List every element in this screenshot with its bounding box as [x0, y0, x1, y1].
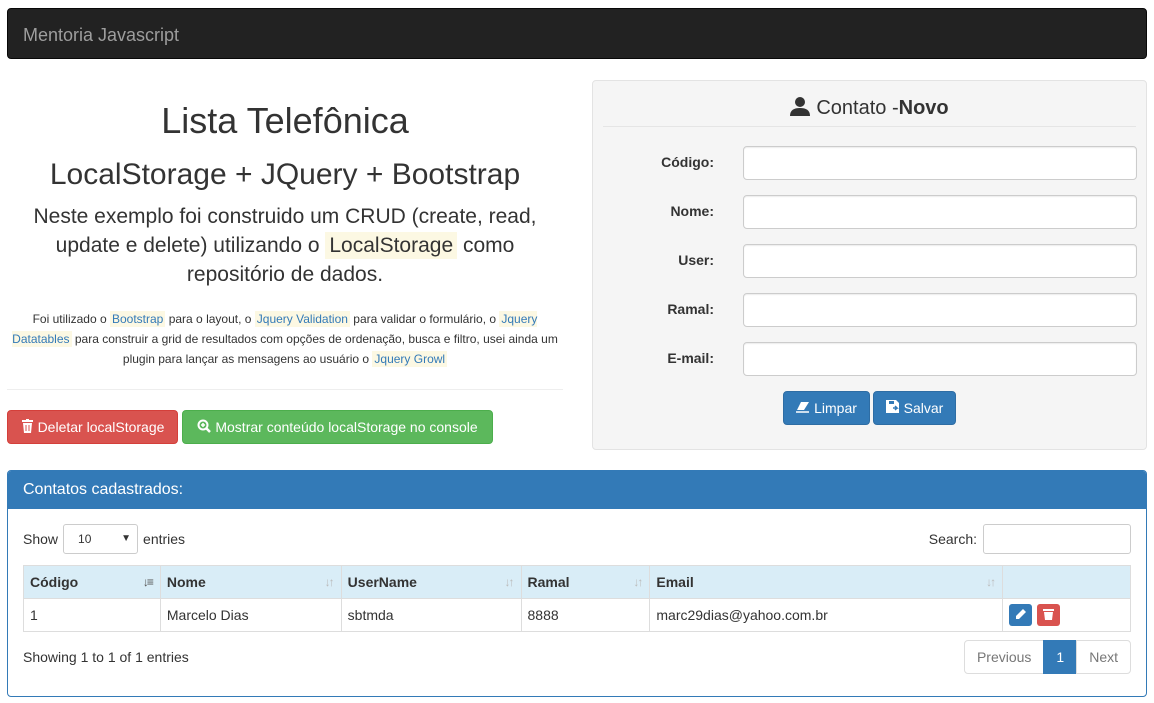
- table-header-row: Código ↓≡ Nome ↓↑ UserName ↓↑ Ramal ↓↑ Email…: [23, 565, 1131, 599]
- table-row: 1 Marcelo Dias sbtmda 8888 marc29dias@ya…: [23, 598, 1131, 632]
- eraser-icon: [796, 400, 810, 416]
- table-info: Showing 1 to 1 of 1 entries: [23, 649, 189, 665]
- cell-ramal: 8888: [520, 598, 651, 632]
- ramal-row: Ramal:: [593, 293, 1148, 327]
- email-input[interactable]: [743, 342, 1137, 376]
- search-input[interactable]: [983, 524, 1131, 554]
- clear-button[interactable]: Limpar: [783, 391, 870, 425]
- navbar-brand[interactable]: Mentoria Javascript: [23, 25, 179, 46]
- codigo-label: Código:: [661, 154, 714, 170]
- save-label: Salvar: [903, 400, 944, 416]
- show-localstorage-label: Mostrar conteúdo localStorage no console: [215, 419, 478, 435]
- column-label: Código: [30, 574, 79, 590]
- form-legend-prefix: Contato -: [816, 97, 899, 119]
- column-header-username[interactable]: UserName ↓↑: [340, 565, 522, 599]
- localstorage-mark: LocalStorage: [325, 232, 458, 259]
- pencil-icon: [1015, 608, 1027, 623]
- cell-nome: Marcelo Dias: [159, 598, 342, 632]
- small-text-3: para validar o formulário, o: [353, 312, 497, 326]
- nome-label: Nome:: [670, 203, 714, 219]
- search-label: Search:: [928, 531, 977, 547]
- divider: [7, 389, 563, 390]
- cell-username: sbtmda: [340, 598, 522, 632]
- save-button[interactable]: Salvar: [873, 391, 956, 425]
- show-localstorage-button[interactable]: Mostrar conteúdo localStorage no console: [182, 410, 493, 444]
- small-text-1: Foi utilizado o: [32, 312, 107, 326]
- column-header-email[interactable]: Email ↓↑: [649, 565, 1004, 599]
- ramal-input[interactable]: [743, 293, 1137, 327]
- contacts-panel: Contatos cadastrados: Show 10 ▼ entries …: [7, 470, 1147, 697]
- zoom-in-icon: [197, 419, 212, 436]
- codigo-row: Código:: [593, 146, 1148, 180]
- trash-icon: [1042, 608, 1054, 623]
- entries-length: Show 10 ▼ entries: [23, 524, 185, 554]
- email-row: E-mail:: [593, 342, 1148, 376]
- intro-lead: Neste exemplo foi construido um CRUD (cr…: [25, 202, 545, 289]
- clear-label: Limpar: [814, 400, 857, 416]
- user-label: User:: [678, 252, 714, 268]
- cell-actions: [1002, 598, 1131, 632]
- bootstrap-link[interactable]: Bootstrap: [109, 311, 166, 327]
- edit-row-button[interactable]: [1009, 604, 1033, 626]
- table-search: Search:: [929, 524, 1131, 554]
- entries-select-value: 10: [78, 532, 92, 546]
- cell-codigo: 1: [23, 598, 161, 632]
- sort-asc-icon: ↓≡: [142, 575, 154, 589]
- intro-details: Foi utilizado o Bootstrap para o layout,…: [7, 309, 563, 369]
- codigo-input[interactable]: [743, 146, 1137, 180]
- sort-icon: ↓↑: [504, 575, 515, 589]
- small-text-4: para construir a grid de resultados com …: [74, 332, 558, 366]
- panel-heading: Contatos cadastrados:: [8, 471, 1146, 509]
- contacts-table: Código ↓≡ Nome ↓↑ UserName ↓↑ Ramal ↓↑ Email…: [23, 565, 1131, 632]
- jquery-growl-link[interactable]: Jquery Growl: [372, 351, 448, 367]
- delete-localstorage-label: Deletar localStorage: [37, 419, 165, 435]
- save-icon: [885, 399, 900, 417]
- entries-select[interactable]: 10 ▼: [63, 524, 139, 554]
- email-label: E-mail:: [667, 350, 714, 366]
- show-label: Show: [23, 531, 59, 547]
- delete-localstorage-button[interactable]: Deletar localStorage: [7, 410, 178, 444]
- ramal-label: Ramal:: [667, 301, 714, 317]
- column-header-ramal[interactable]: Ramal ↓↑: [520, 565, 651, 599]
- column-label: UserName: [347, 574, 417, 590]
- entries-label: entries: [143, 531, 186, 547]
- sort-icon: ↓↑: [633, 575, 643, 589]
- chevron-down-icon: ▼: [121, 533, 132, 544]
- column-header-nome[interactable]: Nome ↓↑: [159, 565, 342, 599]
- pagination: Previous 1 Next: [963, 640, 1131, 674]
- page-1-button[interactable]: 1: [1043, 640, 1078, 674]
- column-label: Email: [656, 574, 694, 590]
- delete-row-button[interactable]: [1036, 604, 1060, 626]
- cell-email: marc29dias@yahoo.com.br: [649, 598, 1004, 632]
- page-subtitle: LocalStorage + JQuery + Bootstrap: [49, 158, 521, 191]
- user-icon: [790, 96, 811, 122]
- trash-icon: [21, 418, 34, 436]
- lead-text-1: Neste exemplo foi construido um CRUD (cr…: [33, 205, 537, 257]
- column-header-actions: [1002, 565, 1131, 599]
- column-label: Nome: [166, 574, 206, 590]
- sort-icon: ↓↑: [986, 575, 996, 589]
- form-legend: Contato - Novo: [603, 91, 1136, 127]
- next-page-button[interactable]: Next: [1076, 640, 1131, 674]
- small-text-2: para o layout, o: [168, 312, 252, 326]
- page-title: Lista Telefônica: [161, 100, 409, 141]
- user-row: User:: [593, 244, 1148, 278]
- sort-icon: ↓↑: [324, 575, 335, 589]
- jquery-validation-link[interactable]: Jquery Validation: [254, 311, 350, 327]
- user-input[interactable]: [743, 244, 1137, 278]
- nome-input[interactable]: [743, 195, 1137, 229]
- contact-form: Contato - Novo Código: Nome: User: Ramal…: [592, 80, 1147, 450]
- form-legend-mode: Novo: [898, 97, 949, 119]
- nome-row: Nome:: [593, 195, 1148, 229]
- previous-page-button[interactable]: Previous: [963, 640, 1045, 674]
- column-header-codigo[interactable]: Código ↓≡: [23, 565, 161, 599]
- column-label: Ramal: [527, 574, 570, 590]
- navbar: Mentoria Javascript: [7, 8, 1147, 59]
